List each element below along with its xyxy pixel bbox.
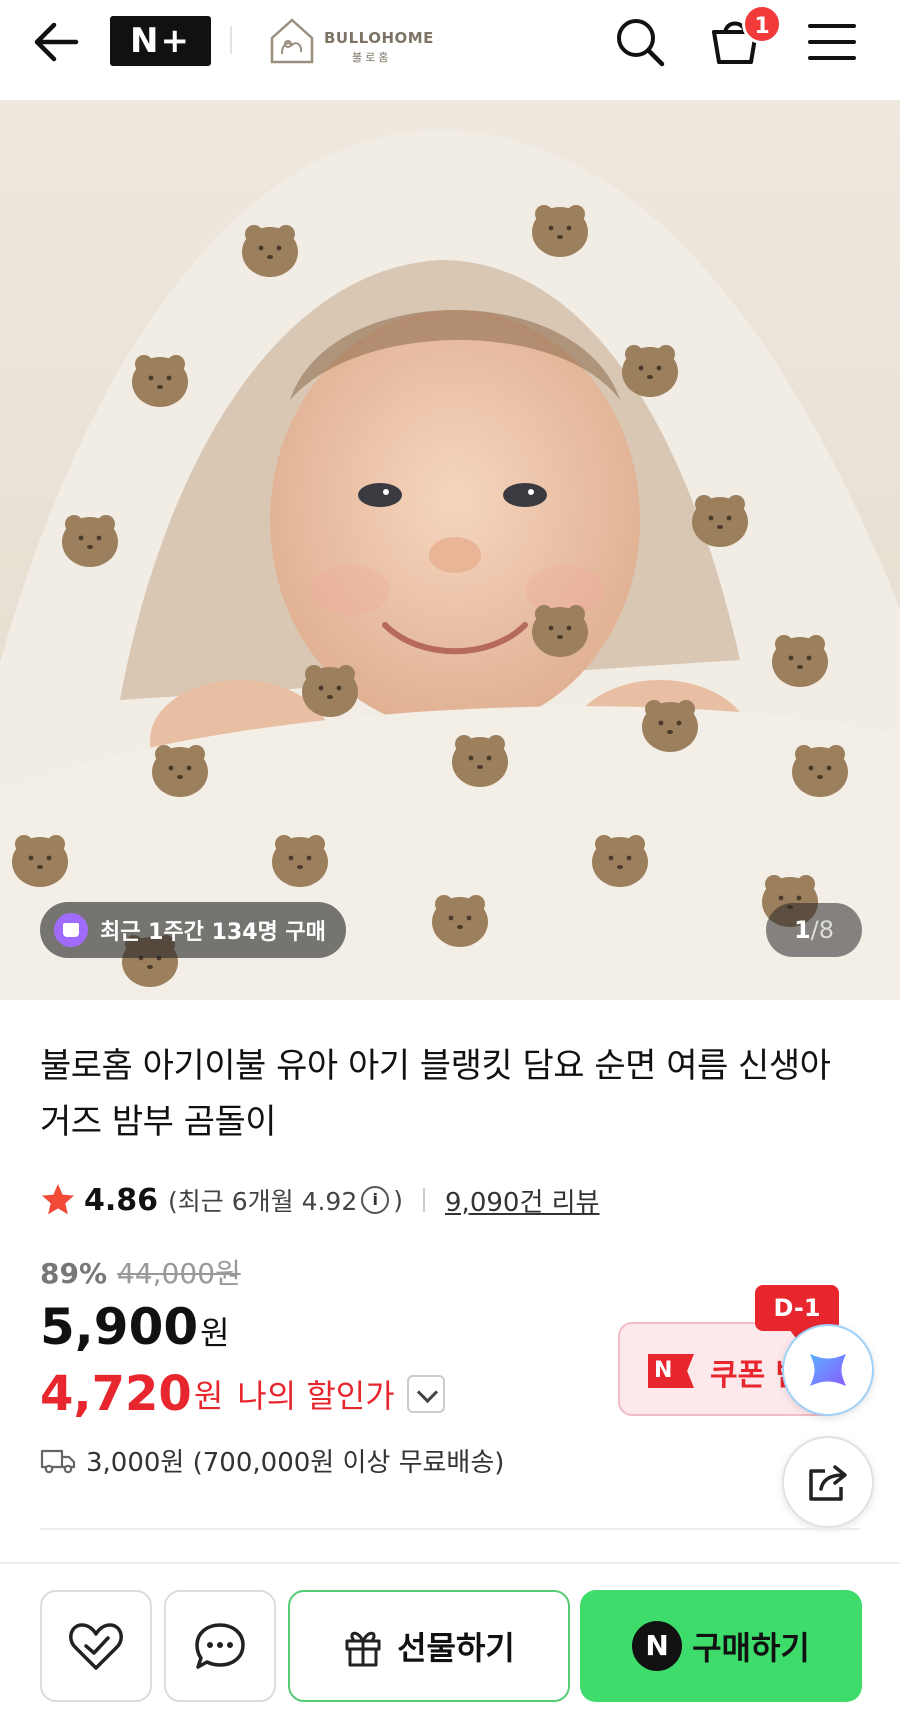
brand-subname: 불로홈 — [352, 51, 392, 64]
sale-price: 5,900원 — [40, 1298, 230, 1356]
original-price: 44,000원 — [117, 1257, 241, 1290]
sale-price-value: 5,900 — [40, 1298, 199, 1356]
section-divider — [40, 1528, 860, 1530]
search-button[interactable] — [612, 14, 668, 70]
my-price-unit: 원 — [193, 1377, 224, 1415]
share-button[interactable] — [782, 1436, 874, 1528]
chevron-down-icon[interactable] — [406, 1375, 445, 1413]
page-total: 8 — [818, 916, 835, 944]
buy-button[interactable]: N 구매하기 — [580, 1590, 862, 1702]
chat-bubble-icon — [195, 1623, 245, 1669]
page-separator: / — [810, 916, 819, 944]
info-icon[interactable]: i — [361, 1186, 390, 1214]
hamburger-menu-icon — [808, 24, 856, 60]
recent-purchase-badge: 최근 1주간 134명 구매 — [40, 902, 346, 958]
buy-label: 구매하기 — [692, 1629, 810, 1667]
brand-name: BULLOHOME — [324, 29, 434, 47]
star-icon — [42, 1184, 74, 1215]
house-logo-icon — [270, 18, 314, 64]
discount-percent: 89% — [40, 1257, 108, 1290]
shipping-info: 3,000원 (700,000원 이상 무료배송) — [40, 1442, 504, 1479]
sale-price-unit: 원 — [200, 1314, 230, 1352]
naver-pay-icon: N — [632, 1621, 683, 1671]
gift-icon — [345, 1631, 381, 1667]
nplus-store-button[interactable]: N+ — [110, 16, 211, 66]
my-price-label: 나의 할인가 — [237, 1377, 395, 1415]
shopping-bag-icon — [54, 913, 88, 947]
header-divider — [230, 26, 232, 54]
naver-n-icon: N — [648, 1354, 694, 1388]
chat-button[interactable] — [164, 1590, 276, 1702]
my-discount-price[interactable]: 4,720 원 나의 할인가 — [40, 1366, 445, 1422]
cart-count-badge: 1 — [742, 4, 782, 44]
wishlist-button[interactable] — [40, 1590, 152, 1702]
discount-row: 89% 44,000원 — [40, 1252, 241, 1292]
menu-button[interactable] — [806, 20, 858, 64]
rating-divider — [423, 1188, 426, 1212]
arrow-left-icon — [34, 22, 79, 62]
brand-logo-link[interactable]: BULLOHOME 불로홈 — [268, 14, 438, 68]
bottom-action-bar: 선물하기 N 구매하기 — [0, 1562, 900, 1710]
rating-row: 4.86 (최근 6개월 4.92 i ) 9,090건 리뷰 — [40, 1178, 599, 1222]
rating-recent-close: ) — [393, 1185, 404, 1215]
recent-purchase-text: 최근 1주간 134명 구매 — [100, 920, 326, 945]
baby-blanket-photo — [0, 100, 900, 1000]
app-header: N+ BULLOHOME 불로홈 1 — [0, 0, 900, 100]
rating-recent: (최근 6개월 4.92 — [168, 1187, 358, 1216]
shipping-text: 3,000원 (700,000원 이상 무료배송) — [86, 1448, 505, 1478]
share-icon — [809, 1465, 847, 1501]
gift-button[interactable]: 선물하기 — [288, 1590, 570, 1702]
search-icon — [617, 19, 665, 67]
rating-value: 4.86 — [84, 1182, 159, 1218]
product-title: 불로홈 아기이불 유아 아기 블랭킷 담요 순면 여름 신생아 거즈 밤부 곰돌… — [40, 1046, 831, 1142]
my-price-value: 4,720 — [40, 1366, 192, 1422]
back-button[interactable] — [30, 18, 82, 66]
product-image-carousel[interactable] — [0, 100, 900, 1000]
sparkle-ai-icon — [810, 1354, 846, 1386]
truck-icon — [40, 1449, 76, 1473]
ai-assistant-button[interactable] — [782, 1324, 874, 1416]
review-count-link[interactable]: 9,090건 리뷰 — [445, 1182, 599, 1219]
image-page-indicator: 1/8 — [766, 903, 862, 957]
page-current: 1 — [793, 916, 811, 944]
gift-label: 선물하기 — [397, 1629, 515, 1667]
heart-check-icon — [69, 1623, 123, 1670]
